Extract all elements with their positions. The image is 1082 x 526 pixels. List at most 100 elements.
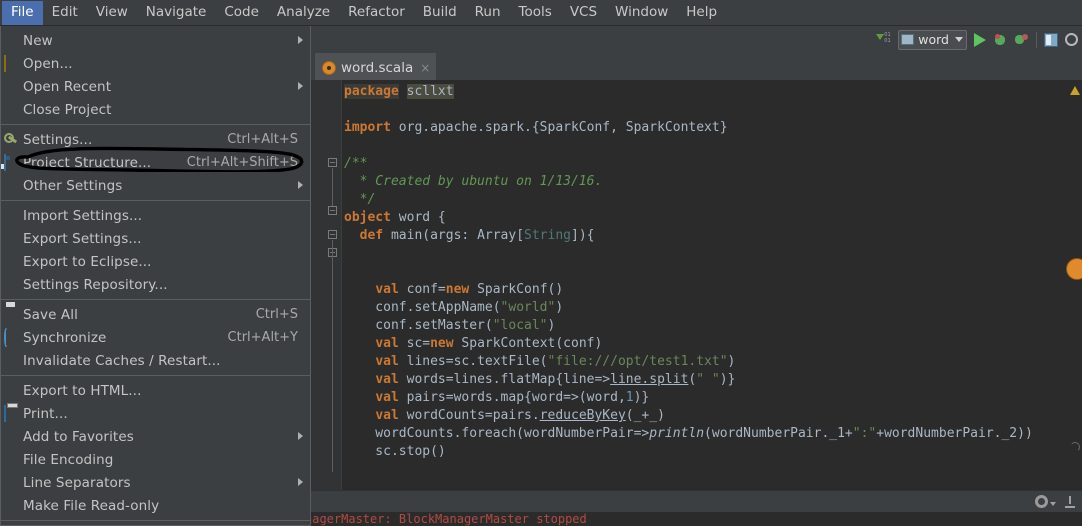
gear-icon[interactable] bbox=[1035, 495, 1048, 508]
menu-item-import-settings[interactable]: Import Settings... bbox=[1, 204, 310, 227]
submenu-arrow-icon bbox=[298, 432, 303, 440]
submenu-arrow-icon bbox=[298, 478, 303, 486]
menubar-label: File bbox=[11, 3, 34, 20]
settings-icon bbox=[4, 132, 20, 148]
menu-item-label: Line Separators bbox=[23, 474, 131, 491]
menu-item-label: Open... bbox=[23, 55, 73, 72]
run-icon[interactable] bbox=[974, 32, 986, 47]
menubar-label: Navigate bbox=[145, 3, 207, 20]
menubar-item-vcs[interactable]: VCS bbox=[561, 1, 606, 25]
editor-toolbar: word bbox=[311, 26, 1082, 53]
menubar-label: Tools bbox=[518, 3, 552, 20]
menu-separator bbox=[1, 299, 310, 300]
menu-item-invalidate-caches-restart[interactable]: Invalidate Caches / Restart... bbox=[1, 349, 310, 372]
fold-marker[interactable]: − bbox=[328, 158, 337, 167]
menu-item-add-to-favorites[interactable]: Add to Favorites bbox=[1, 425, 310, 448]
menu-item-new[interactable]: New bbox=[1, 29, 310, 52]
menu-item-label: Export to HTML... bbox=[23, 382, 142, 399]
menu-item-label: Add to Favorites bbox=[23, 428, 134, 445]
menu-item-label: File Encoding bbox=[23, 451, 114, 468]
menu-item-settings[interactable]: Settings... Ctrl+Alt+S bbox=[1, 128, 310, 151]
menubar-label: Help bbox=[686, 3, 718, 20]
menubar-item-navigate[interactable]: Navigate bbox=[137, 1, 216, 25]
menu-item-export-to-eclipse[interactable]: Export to Eclipse... bbox=[1, 250, 310, 273]
chevron-down-icon[interactable] bbox=[1050, 501, 1056, 506]
menubar-item-refactor[interactable]: Refactor bbox=[339, 1, 414, 25]
chevron-down-icon[interactable] bbox=[955, 37, 963, 42]
menu-item-export-to-html[interactable]: Export to HTML... bbox=[1, 379, 310, 402]
menubar-item-view[interactable]: View bbox=[87, 1, 137, 25]
menu-separator bbox=[1, 520, 310, 521]
tab-word-scala[interactable]: word.scala × bbox=[315, 53, 437, 80]
menu-item-label: Settings Repository... bbox=[23, 276, 168, 293]
menu-item-shortcut: Ctrl+Alt+Y bbox=[227, 330, 298, 345]
fold-line bbox=[332, 240, 333, 472]
project-structure-icon bbox=[4, 154, 20, 171]
menubar-item-code[interactable]: Code bbox=[215, 1, 268, 25]
project-window-icon[interactable] bbox=[1044, 32, 1058, 47]
menu-item-line-separators[interactable]: Line Separators bbox=[1, 471, 310, 494]
run-configuration-selector[interactable]: word bbox=[898, 29, 967, 50]
submenu-arrow-icon bbox=[298, 36, 303, 44]
hide-panel-icon[interactable] bbox=[1064, 495, 1076, 508]
menu-item-shortcut: Ctrl+Alt+Shift+S bbox=[186, 155, 298, 170]
code-text: package scllxt import org.apache.spark.{… bbox=[344, 84, 1033, 459]
menu-item-label: Save All bbox=[23, 306, 78, 323]
fold-marker[interactable]: − bbox=[328, 206, 337, 215]
menu-item-label: Import Settings... bbox=[23, 207, 143, 224]
menu-item-file-encoding[interactable]: File Encoding bbox=[1, 448, 310, 471]
notification-bubble-icon[interactable] bbox=[1066, 258, 1082, 280]
folder-icon bbox=[4, 55, 20, 72]
updown-stack-icon[interactable] bbox=[875, 32, 891, 48]
menu-item-make-file-read-only[interactable]: Make File Read-only bbox=[1, 494, 310, 517]
debug-icon[interactable] bbox=[993, 33, 1007, 46]
menu-separator bbox=[1, 200, 310, 201]
editor-tab-strip: word.scala × bbox=[311, 53, 1082, 80]
menubar-label: Window bbox=[615, 3, 669, 20]
menubar-label: Build bbox=[422, 3, 457, 20]
warning-marker-icon[interactable] bbox=[1070, 86, 1080, 95]
run-configuration-label: word bbox=[918, 32, 949, 47]
menu-item-synchronize[interactable]: Synchronize Ctrl+Alt+Y bbox=[1, 326, 310, 349]
menu-item-label: Open Recent bbox=[23, 78, 112, 95]
code-editor[interactable]: − − − − package scllxt import org.apache… bbox=[311, 80, 1082, 512]
menu-item-label: Invalidate Caches / Restart... bbox=[23, 352, 221, 369]
console-output-line: nagerMaster: BlockManagerMaster stopped bbox=[305, 512, 587, 526]
menubar-item-window[interactable]: Window bbox=[606, 1, 677, 25]
close-icon[interactable]: × bbox=[420, 62, 430, 74]
submenu-arrow-icon bbox=[298, 82, 303, 90]
menubar-item-analyze[interactable]: Analyze bbox=[268, 1, 339, 25]
menu-item-settings-repository[interactable]: Settings Repository... bbox=[1, 273, 310, 296]
menubar-label: Analyze bbox=[276, 3, 331, 20]
menubar-item-tools[interactable]: Tools bbox=[510, 1, 561, 25]
menu-item-save-all[interactable]: Save All Ctrl+S bbox=[1, 303, 310, 326]
menu-item-label: New bbox=[23, 32, 53, 49]
coverage-icon[interactable] bbox=[1014, 33, 1028, 46]
search-icon[interactable] bbox=[1065, 33, 1078, 46]
menu-item-close-project[interactable]: Close Project bbox=[1, 98, 310, 121]
menu-item-label: Synchronize bbox=[23, 329, 107, 346]
menu-item-label: Export to Eclipse... bbox=[23, 253, 152, 270]
menu-item-label: Project Structure... bbox=[23, 154, 152, 171]
menubar-label: Code bbox=[224, 3, 259, 20]
menubar-label: View bbox=[95, 3, 128, 20]
menubar-item-run[interactable]: Run bbox=[466, 1, 510, 25]
synchronize-icon bbox=[4, 328, 20, 347]
menubar-item-help[interactable]: Help bbox=[677, 1, 726, 25]
print-icon bbox=[4, 405, 20, 422]
toolbar-divider bbox=[1036, 31, 1037, 48]
menu-item-shortcut: Ctrl+S bbox=[255, 307, 298, 322]
menubar-item-edit[interactable]: Edit bbox=[43, 1, 87, 25]
editor-marker-lane[interactable] bbox=[1069, 80, 1082, 512]
menubar-item-file[interactable]: File bbox=[2, 0, 43, 25]
menubar-item-build[interactable]: Build bbox=[414, 1, 466, 25]
menu-item-other-settings[interactable]: Other Settings bbox=[1, 174, 310, 197]
editor-gutter: − − − − bbox=[311, 80, 342, 512]
menu-item-open[interactable]: Open... bbox=[1, 52, 310, 75]
fold-marker[interactable]: − bbox=[328, 230, 337, 239]
menu-item-open-recent[interactable]: Open Recent bbox=[1, 75, 310, 98]
menu-item-print[interactable]: Print... bbox=[1, 402, 310, 425]
menu-item-export-settings[interactable]: Export Settings... bbox=[1, 227, 310, 250]
menu-item-project-structure[interactable]: Project Structure... Ctrl+Alt+Shift+S bbox=[1, 151, 310, 174]
menubar-label: VCS bbox=[569, 3, 598, 20]
